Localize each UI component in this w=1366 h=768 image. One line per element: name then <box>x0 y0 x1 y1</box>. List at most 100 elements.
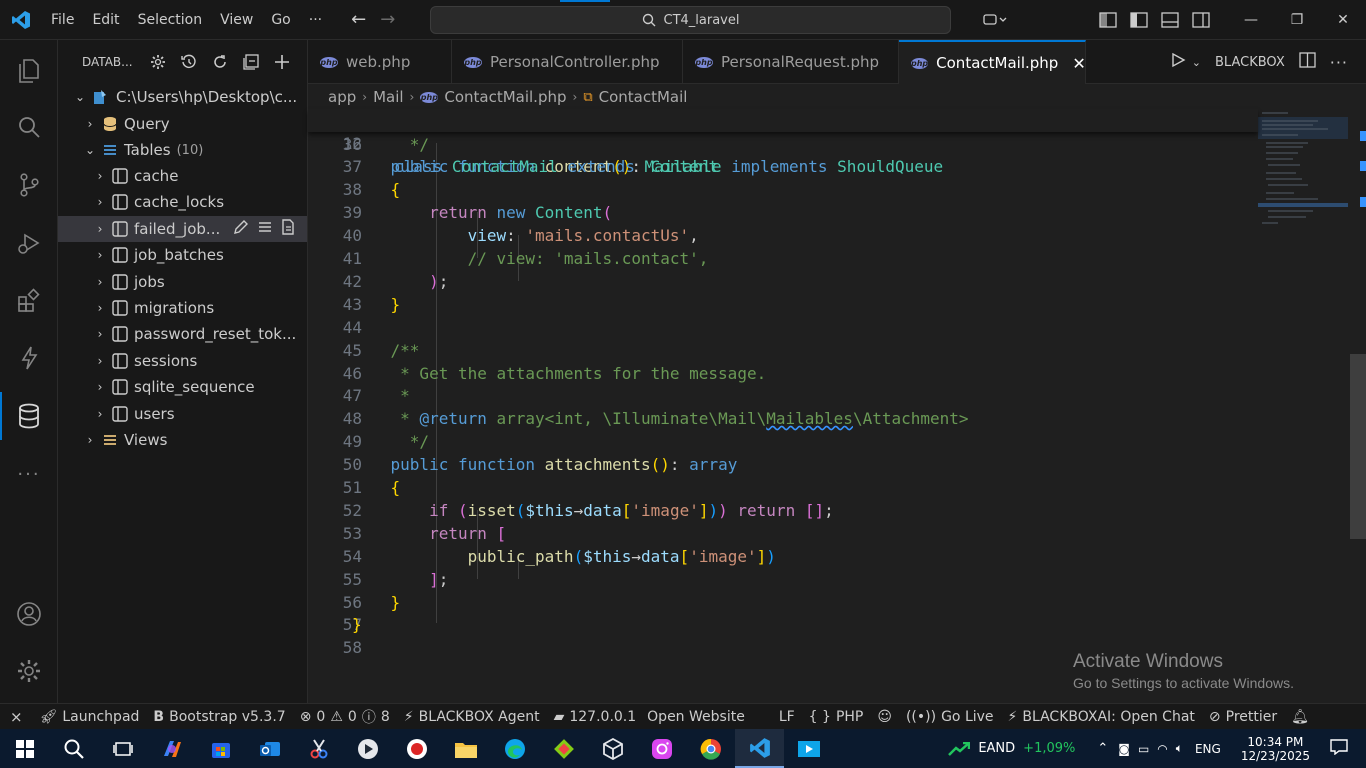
edit-pencil-icon[interactable] <box>233 219 249 239</box>
task-view-icon[interactable] <box>98 729 147 768</box>
list-icon[interactable] <box>257 219 273 239</box>
table-item[interactable]: › sessions <box>58 348 307 374</box>
restore-button[interactable]: ❐ <box>1274 0 1320 40</box>
tree-views[interactable]: › Views <box>58 427 307 453</box>
volume-icon[interactable]: 🔈︎ <box>1172 741 1187 756</box>
screen-recorder-icon[interactable] <box>392 729 441 768</box>
toggle-panel-icon[interactable] <box>1154 12 1185 28</box>
refresh-icon[interactable] <box>204 54 235 70</box>
search-icon[interactable] <box>0 103 58 151</box>
explorer-icon[interactable] <box>0 46 58 94</box>
table-item[interactable]: › sqlite_sequence <box>58 374 307 400</box>
code-line[interactable]: 39 return new Content( <box>308 201 1258 224</box>
code-line[interactable]: 54 public_path($this→data['image']) <box>308 545 1258 568</box>
account-icon[interactable] <box>0 590 58 638</box>
sticky-scroll-line[interactable]: 12 class ContactMail extends Mailable im… <box>308 109 1258 176</box>
more-views-icon[interactable]: ··· <box>0 450 58 498</box>
status-launchpad[interactable]: 🚀︎ Launchpad <box>33 709 147 725</box>
meet-icon[interactable]: ◙ <box>1114 742 1134 756</box>
tab-web-php[interactable]: php web.php <box>308 40 452 84</box>
blackbox-button[interactable]: BLACKBOX <box>1215 55 1285 70</box>
status-prettier[interactable]: ⊘ Prettier <box>1202 709 1284 725</box>
menu-file[interactable]: File <box>42 0 83 40</box>
add-connection-icon[interactable] <box>266 54 297 70</box>
status-blackbox-agent[interactable]: ⚡ BLACKBOX Agent <box>397 709 547 725</box>
status-eol[interactable]: LF <box>772 709 802 725</box>
code-line[interactable]: 44 <box>308 316 1258 339</box>
code-line[interactable]: 41 // view: 'mails.contact', <box>308 247 1258 270</box>
table-item[interactable]: › failed_job... <box>58 216 307 242</box>
status-bootstrap[interactable]: B Bootstrap v5.3.7 <box>146 709 292 725</box>
extensions-icon[interactable] <box>0 277 58 325</box>
code-line[interactable]: 42 ); <box>308 270 1258 293</box>
code-line[interactable]: 55 ]; <box>308 568 1258 591</box>
vertical-scrollbar[interactable] <box>1350 354 1366 539</box>
copilot-chat-icon[interactable] <box>979 13 1010 27</box>
tree-connection[interactable]: ⌄ C:\Users\hp\Desktop\c... <box>58 84 307 110</box>
code-line[interactable]: 36 */ <box>308 133 1258 156</box>
breadcrumb-file[interactable]: ContactMail.php <box>444 88 566 106</box>
file-icon[interactable] <box>281 219 295 239</box>
code-line[interactable]: 48 * @return array<int, \Illuminate\Mail… <box>308 407 1258 430</box>
instagram-icon[interactable] <box>637 729 686 768</box>
table-item[interactable]: › job_batches <box>58 242 307 268</box>
code-line[interactable]: 43 } <box>308 293 1258 316</box>
table-item[interactable]: › jobs <box>58 269 307 295</box>
status-problems[interactable]: ⊗ 0 ⚠ 0 ⓘ 8 <box>293 707 397 727</box>
notifications-icon[interactable] <box>1322 739 1366 758</box>
tree-query[interactable]: › Query <box>58 111 307 137</box>
microsoft-store-icon[interactable] <box>196 729 245 768</box>
tab-contact-mail[interactable]: php ContactMail.php ✕ <box>899 40 1086 84</box>
status-language[interactable]: { } PHP <box>802 709 871 725</box>
status-notifications[interactable]: 🔔︎ <box>1284 709 1316 725</box>
menu-selection[interactable]: Selection <box>129 0 212 40</box>
media-player-icon[interactable] <box>343 729 392 768</box>
gear-icon[interactable] <box>142 54 173 70</box>
breadcrumb-mail[interactable]: Mail <box>373 88 403 106</box>
close-window-button[interactable]: ✕ <box>1320 0 1366 40</box>
code-line[interactable]: 57} <box>308 613 1258 636</box>
taskbar-clock[interactable]: 10:34 PM 12/23/2025 <box>1229 735 1322 763</box>
edge-browser-icon[interactable] <box>490 729 539 768</box>
copilot-app-icon[interactable] <box>147 729 196 768</box>
run-debug-icon[interactable] <box>0 219 58 267</box>
unity-hub-icon[interactable] <box>588 729 637 768</box>
code-line[interactable]: 46 * Get the attachments for the message… <box>308 362 1258 385</box>
taskbar-search-icon[interactable] <box>49 729 98 768</box>
menu-view[interactable]: View <box>211 0 262 40</box>
menu-more[interactable]: ··· <box>300 0 331 40</box>
code-line[interactable]: 45 /** <box>308 339 1258 362</box>
wifi-icon[interactable]: ◠ <box>1153 742 1171 756</box>
back-arrow-icon[interactable]: ← <box>351 9 366 30</box>
tab-personal-controller[interactable]: php PersonalController.php <box>452 40 683 84</box>
code-line[interactable]: 47 * <box>308 384 1258 407</box>
status-blackboxai[interactable]: ⚡ BLACKBOXAI: Open Chat <box>1001 709 1202 725</box>
more-actions-icon[interactable]: ··· <box>1330 53 1348 72</box>
windows-start-icon[interactable] <box>0 729 49 768</box>
menu-go[interactable]: Go <box>262 0 299 40</box>
code-line[interactable]: 56 } <box>308 591 1258 614</box>
blackbox-lightning-icon[interactable] <box>0 334 58 382</box>
table-item[interactable]: › users <box>58 401 307 427</box>
command-center-search[interactable]: CT4_laravel <box>430 6 951 34</box>
table-item[interactable]: › cache <box>58 163 307 189</box>
minimap[interactable] <box>1258 109 1348 229</box>
database-icon[interactable] <box>0 392 58 440</box>
layout-customize-icon[interactable] <box>1092 12 1123 28</box>
breadcrumb-app[interactable]: app <box>328 88 356 106</box>
settings-gear-icon[interactable] <box>0 647 58 695</box>
split-editor-icon[interactable] <box>1299 52 1316 72</box>
chrome-browser-icon[interactable] <box>686 729 735 768</box>
code-line[interactable]: 53 return [ <box>308 522 1258 545</box>
collapse-all-icon[interactable] <box>235 54 266 70</box>
close-tab-icon[interactable]: ✕ <box>1072 54 1085 73</box>
menu-edit[interactable]: Edit <box>83 0 128 40</box>
battery-icon[interactable]: ▭ <box>1134 742 1153 756</box>
file-explorer-icon[interactable] <box>441 729 490 768</box>
code-line[interactable]: 38 { <box>308 178 1258 201</box>
chevron-down-icon[interactable]: ⌄ <box>1192 56 1201 69</box>
breadcrumb-class[interactable]: ContactMail <box>599 88 688 106</box>
table-item[interactable]: › cache_locks <box>58 189 307 215</box>
vscode-taskbar-icon[interactable] <box>735 729 784 768</box>
source-control-icon[interactable] <box>0 161 58 209</box>
